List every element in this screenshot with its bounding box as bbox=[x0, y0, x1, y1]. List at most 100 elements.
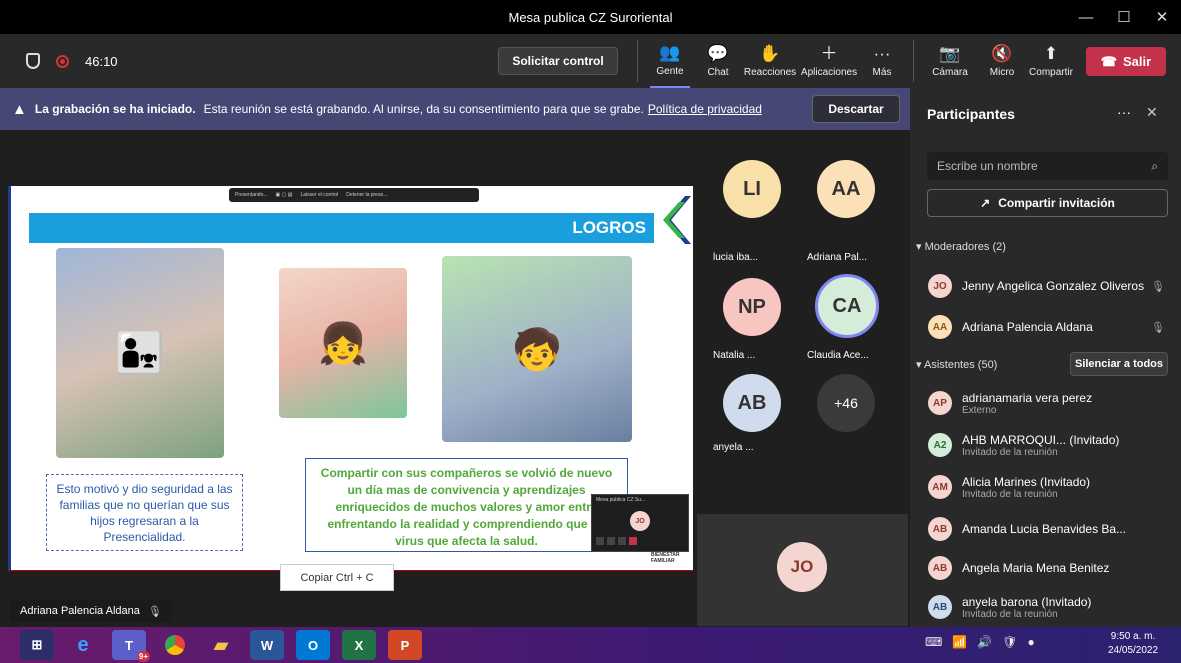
request-control-button[interactable]: Solicitar control bbox=[498, 47, 618, 75]
participant-avatar: JO bbox=[928, 274, 952, 298]
file-explorer-icon[interactable]: ▰ bbox=[204, 630, 238, 660]
teams-badge: 9+ bbox=[136, 651, 150, 662]
dismiss-button[interactable]: Descartar bbox=[812, 95, 900, 123]
shield-tray-icon[interactable]: 🛡 bbox=[1002, 635, 1017, 649]
reactions-label: Reacciones bbox=[743, 67, 797, 78]
chat-button[interactable]: 💬 Chat bbox=[700, 34, 736, 88]
mic-off-icon: 🔇 bbox=[991, 44, 1013, 63]
participant-name: adrianamaria vera perez bbox=[962, 390, 1093, 405]
clock-time: 9:50 a. m. bbox=[1110, 631, 1156, 642]
slide-title: LOGROS bbox=[572, 218, 646, 237]
people-button[interactable]: 👥 Gente bbox=[650, 34, 690, 88]
moderators-header[interactable]: ▾ Moderadores (2) bbox=[916, 240, 1006, 253]
children-image-icon: 🧒 bbox=[512, 327, 562, 372]
participant-row[interactable]: AB Angela Maria Mena Benitez bbox=[910, 548, 1181, 588]
mini-meeting-window[interactable]: Mesa publica CZ Su... JO bbox=[591, 494, 689, 552]
more-icon: ··· bbox=[873, 44, 891, 63]
speaker-name: Adriana Palencia Aldana bbox=[20, 605, 140, 617]
participant-role: Invitado de la reunión bbox=[962, 608, 1058, 620]
edge-icon[interactable]: e bbox=[66, 630, 100, 660]
chat-label: Chat bbox=[707, 67, 729, 78]
system-tray: ⌨ 📶 🔊 🛡 ● bbox=[925, 635, 1035, 649]
word-icon[interactable]: W bbox=[250, 630, 284, 660]
mic-label: Micro bbox=[989, 67, 1015, 78]
moderators-label: Moderadores (2) bbox=[924, 241, 1006, 253]
window-controls: — ☐ ✕ bbox=[1067, 0, 1181, 34]
participant-row[interactable]: AA Adriana Palencia Aldana 🎙 bbox=[910, 307, 1181, 347]
teams-icon[interactable]: T 9+ bbox=[112, 630, 150, 662]
mic-off-icon: 🎙 bbox=[147, 605, 162, 618]
mini-title: Mesa publica CZ Su... bbox=[596, 497, 646, 503]
caption-left-text: Esto motivó y dio seguridad a las famili… bbox=[56, 482, 233, 544]
volume-icon[interactable]: 🔊 bbox=[977, 635, 992, 649]
more-button[interactable]: ··· Más bbox=[864, 34, 900, 88]
mute-all-button[interactable]: Silenciar a todos bbox=[1070, 352, 1168, 376]
maximize-button[interactable]: ☐ bbox=[1105, 8, 1143, 26]
participant-tile[interactable]: NP Natalia ... bbox=[701, 262, 806, 367]
participant-row[interactable]: AM Alicia Marines (Invitado) Invitado de … bbox=[910, 467, 1181, 507]
shield-icon bbox=[26, 53, 40, 69]
presenter-toolbar: Presentando... ▣ ▢ ▤ Laisser el control Det… bbox=[229, 188, 479, 202]
powerpoint-icon[interactable]: P bbox=[388, 630, 422, 660]
mini-avatar: JO bbox=[630, 511, 650, 531]
participant-row[interactable]: AP adrianamaria vera perez Externo bbox=[910, 383, 1181, 423]
self-view-tile: JO bbox=[697, 514, 908, 626]
start-icon[interactable]: ⊞ bbox=[20, 630, 54, 660]
participant-name: AHB MARROQUI... (Invitado) bbox=[962, 432, 1120, 447]
share-invite-label: Compartir invitación bbox=[998, 196, 1115, 210]
camera-button[interactable]: 📷 Cámara bbox=[930, 34, 970, 88]
share-button[interactable]: ⬆ Compartir bbox=[1026, 34, 1076, 88]
share-invite-button[interactable]: ↗ Compartir invitación bbox=[927, 189, 1168, 217]
network-icon[interactable]: 📶 bbox=[952, 635, 967, 649]
participant-row[interactable]: AB anyela barona (Invitado) Invitado de l… bbox=[910, 587, 1181, 627]
participant-search-input[interactable]: Escribe un nombre ⌕ bbox=[927, 152, 1168, 180]
leave-button[interactable]: ☎ Salir bbox=[1086, 47, 1166, 76]
participant-role: Externo bbox=[962, 404, 997, 416]
participant-name: anyela barona (Invitado) bbox=[962, 594, 1092, 609]
more-label: Más bbox=[872, 67, 892, 78]
more-participants-tile[interactable]: +46 bbox=[803, 362, 908, 467]
meeting-toolbar: 46:10 Solicitar control 👥 Gente 💬 Chat ✋ Re… bbox=[0, 34, 1181, 88]
participant-row[interactable]: JO Jenny Angelica Gonzalez Oliveros 🎙 bbox=[910, 266, 1181, 306]
mic-off-icon: 🎙 bbox=[1151, 321, 1165, 334]
share-icon: ⬆ bbox=[1043, 44, 1059, 63]
more-count: +46 bbox=[817, 374, 875, 432]
participant-tile[interactable]: AA Adriana Pal... bbox=[803, 160, 908, 265]
divider bbox=[637, 40, 638, 82]
reactions-button[interactable]: ✋ Reacciones bbox=[744, 34, 796, 88]
camera-label: Cámara bbox=[932, 67, 968, 78]
participant-tile[interactable]: CA Claudia Ace... bbox=[803, 262, 908, 367]
panel-close-icon[interactable]: ✕ bbox=[1146, 104, 1158, 121]
participant-row[interactable]: A2 AHB MARROQUI... (Invitado) Invitado de… bbox=[910, 425, 1181, 465]
toolbar-presenting: Presentando... bbox=[235, 192, 268, 198]
participant-avatar: AP bbox=[928, 391, 952, 415]
participant-name: Amanda Lucia Benavides Ba... bbox=[962, 522, 1127, 536]
minimize-button[interactable]: — bbox=[1067, 9, 1105, 26]
attendees-header[interactable]: ▾ Asistentes (50) bbox=[916, 358, 997, 371]
excel-icon[interactable]: X bbox=[342, 630, 376, 660]
slide-footer-logo: BIENESTAR FAMILIAR bbox=[651, 552, 680, 564]
tile-avatar: AA bbox=[817, 160, 875, 218]
phone-hangup-icon: ☎ bbox=[1100, 53, 1117, 69]
copy-tooltip: Copiar Ctrl + C bbox=[280, 564, 394, 591]
mini-controls bbox=[596, 537, 637, 545]
keyboard-icon[interactable]: ⌨ bbox=[925, 635, 942, 649]
mic-button[interactable]: 🔇 Micro bbox=[982, 34, 1022, 88]
clock-date: 24/05/2022 bbox=[1108, 645, 1159, 656]
close-window-button[interactable]: ✕ bbox=[1143, 8, 1181, 26]
participant-tile[interactable]: LI lucia iba... bbox=[701, 160, 806, 265]
participant-row[interactable]: AB Amanda Lucia Benavides Ba... bbox=[910, 509, 1181, 549]
banner-bold: La grabación se ha iniciado. bbox=[34, 102, 196, 116]
apps-button[interactable]: ＋ Aplicaciones bbox=[800, 34, 858, 88]
outlook-icon[interactable]: O bbox=[296, 630, 330, 660]
divider bbox=[913, 40, 914, 82]
privacy-link[interactable]: Política de privacidad bbox=[648, 102, 762, 116]
tray-app-icon[interactable]: ● bbox=[1027, 635, 1034, 649]
chrome-icon[interactable] bbox=[158, 630, 192, 660]
clock[interactable]: 9:50 a. m. 24/05/2022 bbox=[1108, 630, 1158, 658]
participant-tile[interactable]: AB anyela ... bbox=[701, 362, 806, 467]
panel-more-icon[interactable]: ··· bbox=[1117, 104, 1131, 120]
participant-name: Adriana Palencia Aldana bbox=[962, 320, 1093, 334]
mic-off-icon: 🎙 bbox=[1151, 280, 1165, 293]
participant-role: Invitado de la reunión bbox=[962, 446, 1058, 458]
